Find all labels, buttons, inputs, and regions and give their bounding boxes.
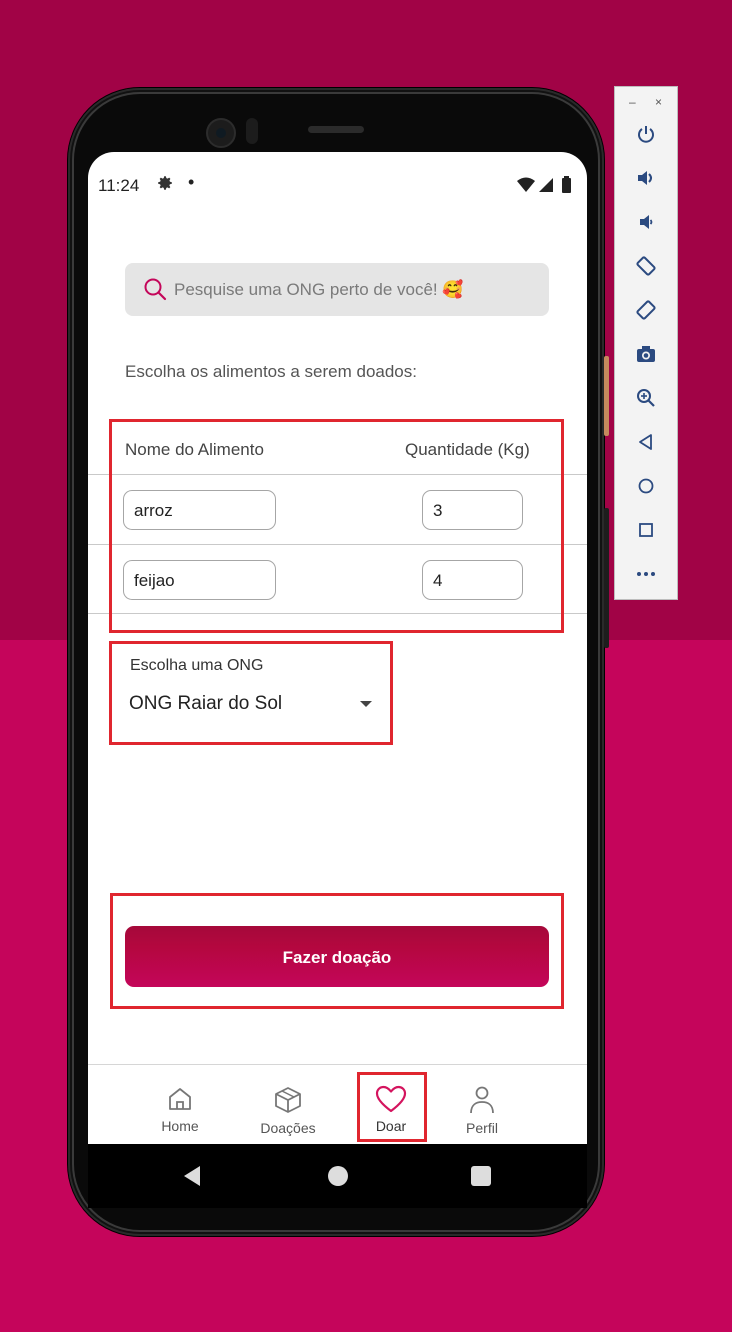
annotation-nav-doar	[357, 1072, 427, 1142]
rotate-right-icon[interactable]	[635, 299, 657, 321]
gear-icon	[156, 174, 174, 197]
search-placeholder: Pesquise uma ONG perto de você! 🥰	[174, 280, 464, 299]
notification-dot-icon: •	[188, 172, 195, 192]
search-bar[interactable]: Pesquise uma ONG perto de você! 🥰	[125, 263, 549, 316]
more-icon[interactable]	[635, 563, 657, 585]
earpiece-speaker	[308, 126, 364, 133]
bottom-nav: Home Doações Doar Perfil	[88, 1064, 587, 1145]
side-button-volume	[604, 508, 609, 648]
person-icon	[468, 1086, 496, 1118]
system-nav-bar	[88, 1144, 587, 1208]
front-camera	[206, 118, 236, 148]
box-icon	[273, 1087, 303, 1118]
annotation-ong-select	[109, 641, 393, 745]
annotation-food-table	[109, 419, 564, 633]
overview-icon[interactable]	[635, 519, 657, 541]
back-icon[interactable]	[635, 431, 657, 453]
nav-label-doacoes: Doações	[260, 1120, 316, 1136]
minimize-button[interactable]: –	[629, 95, 636, 109]
food-prompt: Escolha os alimentos a serem doados:	[125, 362, 417, 381]
wifi-icon	[517, 177, 535, 192]
nav-label-home: Home	[161, 1118, 199, 1134]
rotate-left-icon[interactable]	[635, 255, 657, 277]
status-icons	[517, 176, 575, 199]
home-icon	[166, 1088, 194, 1116]
nav-label-perfil: Perfil	[466, 1120, 498, 1136]
nav-item-doacoes[interactable]: Doações	[253, 1085, 323, 1136]
volume-up-icon[interactable]	[635, 167, 657, 189]
annotation-donate-button	[110, 893, 564, 1009]
back-icon[interactable]	[184, 1166, 200, 1186]
emulator-toolbar: – ×	[614, 86, 678, 600]
status-bar: 11:24 •	[88, 170, 587, 198]
volume-down-icon[interactable]	[635, 211, 657, 233]
camera-icon[interactable]	[635, 343, 657, 365]
battery-icon	[562, 176, 571, 193]
side-button-power	[604, 356, 609, 436]
home-circle-icon[interactable]	[328, 1166, 348, 1186]
signal-icon	[539, 178, 553, 192]
status-time: 11:24	[98, 176, 140, 195]
proximity-sensor	[246, 118, 258, 144]
nav-item-home[interactable]: Home	[145, 1085, 215, 1134]
home-circle-icon[interactable]	[635, 475, 657, 497]
power-icon[interactable]	[635, 123, 657, 145]
close-button[interactable]: ×	[655, 95, 662, 109]
search-icon	[143, 277, 167, 306]
zoom-icon[interactable]	[635, 387, 657, 409]
overview-icon[interactable]	[471, 1166, 491, 1186]
nav-item-perfil[interactable]: Perfil	[447, 1085, 517, 1136]
